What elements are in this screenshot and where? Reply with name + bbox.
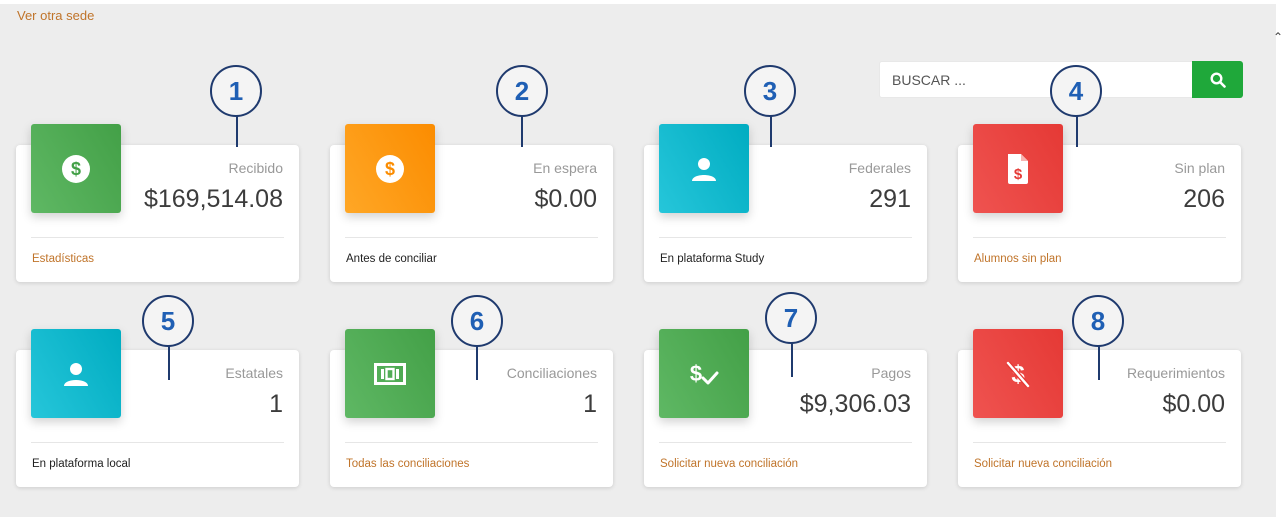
callout-leader-line <box>1076 114 1078 147</box>
callout-badge: 4 <box>1050 65 1102 117</box>
card-value: 1 <box>583 390 597 418</box>
dollar-check-icon: $ <box>690 361 719 386</box>
stat-card-estatales[interactable]: Estatales 1 En plataforma local <box>16 329 299 487</box>
card-icon-box: $ <box>973 124 1063 213</box>
card-divider <box>31 237 284 238</box>
card-value: $0.00 <box>1162 390 1225 418</box>
card-label: Requerimientos <box>1126 365 1225 381</box>
card-value: 1 <box>269 390 283 418</box>
search-icon <box>1209 71 1226 88</box>
card-value: $169,514.08 <box>143 185 283 213</box>
callout-badge: 5 <box>142 295 194 347</box>
callout-leader-line <box>791 341 793 377</box>
callout-badge: 3 <box>744 65 796 117</box>
dollar-circle-icon: $ <box>376 154 404 183</box>
card-icon-box <box>345 329 435 418</box>
card-label: Recibido <box>228 160 283 176</box>
dollar-slash-icon: $ <box>1006 361 1030 388</box>
money-bill-icon <box>374 362 406 385</box>
card-icon-box <box>31 329 121 418</box>
person-icon <box>692 157 716 181</box>
callout-badge: 6 <box>451 295 503 347</box>
card-divider <box>31 442 284 443</box>
card-value: 206 <box>1183 185 1225 213</box>
stat-card-pagos[interactable]: $ Pagos $9,306.03 Solicitar nueva concil… <box>644 329 927 487</box>
callout-badge: 1 <box>210 65 262 117</box>
person-icon <box>64 362 88 386</box>
dollar-circle-icon: $ <box>62 154 90 183</box>
search-button[interactable] <box>1192 61 1243 98</box>
callout-leader-line <box>1098 344 1100 380</box>
stat-card-recibido[interactable]: $ Recibido $169,514.08 Estadísticas <box>16 124 299 282</box>
callout-leader-line <box>476 344 478 380</box>
dollar-document-icon: $ <box>1008 153 1028 184</box>
card-label: En espera <box>533 160 597 176</box>
dashboard-panel: Ver otra sede ⌃ $ Recibido $169,514.08 E… <box>0 0 1284 517</box>
card-footer-text: En plataforma local <box>32 458 131 470</box>
search-input[interactable] <box>880 62 1192 97</box>
stat-card-en-espera[interactable]: $ En espera $0.00 Antes de conciliar <box>330 124 613 282</box>
card-divider <box>973 237 1226 238</box>
card-label: Estatales <box>225 365 283 381</box>
callout-badge: 2 <box>496 65 548 117</box>
card-divider <box>659 237 912 238</box>
callout-leader-line <box>521 114 523 147</box>
card-icon-box: $ <box>31 124 121 213</box>
card-icon-box: $ <box>973 329 1063 418</box>
card-footer-link[interactable]: Solicitar nueva conciliación <box>974 458 1112 470</box>
stat-card-sin-plan[interactable]: $ Sin plan 206 Alumnos sin plan <box>958 124 1241 282</box>
card-value: $0.00 <box>534 185 597 213</box>
card-label: Federales <box>848 160 911 176</box>
card-value: $9,306.03 <box>799 390 911 418</box>
callout-badge: 8 <box>1072 295 1124 347</box>
card-label: Pagos <box>871 365 911 381</box>
svg-text:$: $ <box>690 361 702 386</box>
card-footer-link[interactable]: Todas las conciliaciones <box>346 458 469 470</box>
card-divider <box>345 442 598 443</box>
callout-badge: 7 <box>765 292 817 344</box>
card-icon-box: $ <box>659 329 749 418</box>
svg-text:$: $ <box>71 159 81 179</box>
callout-leader-line <box>168 344 170 380</box>
other-site-link[interactable]: Ver otra sede <box>17 8 94 23</box>
card-icon-box <box>659 124 749 213</box>
card-label: Sin plan <box>1174 160 1225 176</box>
card-footer-link[interactable]: Estadísticas <box>32 253 94 265</box>
card-footer-link[interactable]: Solicitar nueva conciliación <box>660 458 798 470</box>
stat-card-federales[interactable]: Federales 291 En plataforma Study <box>644 124 927 282</box>
callout-leader-line <box>770 114 772 147</box>
card-value: 291 <box>869 185 911 213</box>
card-footer-link[interactable]: Alumnos sin plan <box>974 253 1062 265</box>
callout-leader-line <box>236 114 238 147</box>
card-divider <box>345 237 598 238</box>
card-divider <box>659 442 912 443</box>
card-footer-text: Antes de conciliar <box>346 253 437 265</box>
card-label: Conciliaciones <box>506 365 597 381</box>
stat-card-conciliaciones[interactable]: Conciliaciones 1 Todas las conciliacione… <box>330 329 613 487</box>
card-footer-text: En plataforma Study <box>660 253 765 265</box>
collapse-caret-icon[interactable]: ⌃ <box>1273 30 1283 44</box>
svg-text:$: $ <box>385 159 395 179</box>
svg-text:$: $ <box>1014 166 1023 183</box>
card-divider <box>973 442 1226 443</box>
card-icon-box: $ <box>345 124 435 213</box>
